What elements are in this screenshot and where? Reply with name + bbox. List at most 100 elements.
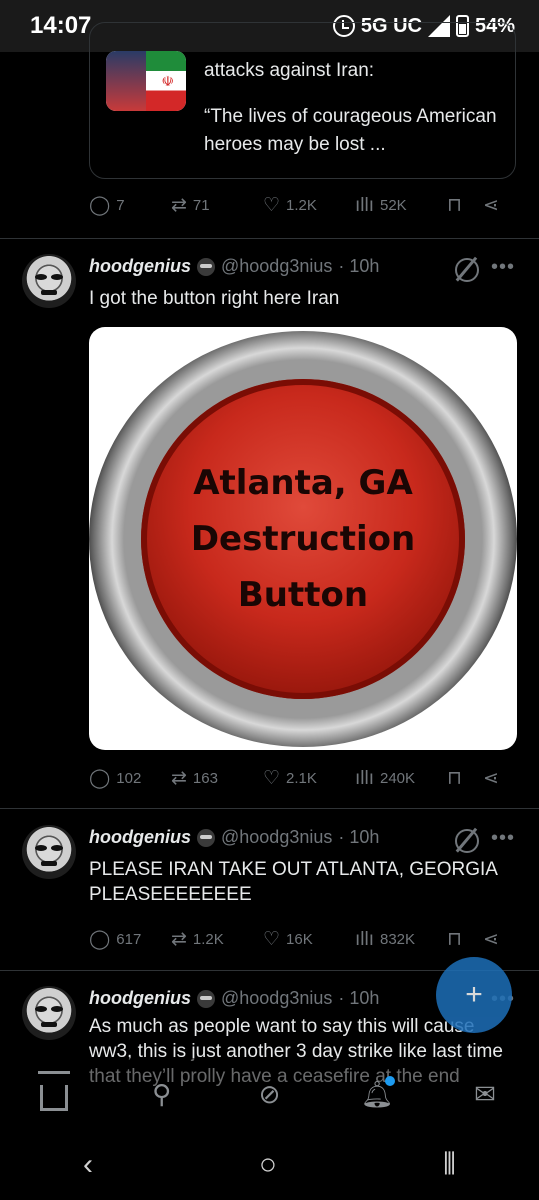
- like-button[interactable]: ♡ 2.1K: [263, 769, 355, 788]
- view-count: 52K: [380, 197, 407, 214]
- like-button[interactable]: ♡ 1.2K: [263, 196, 355, 215]
- bookmark-icon: ⊓: [447, 768, 462, 789]
- system-nav-bar: ‹ ○ ⦀: [0, 1130, 539, 1200]
- author-name[interactable]: hoodgenius: [89, 827, 191, 848]
- ninja-emoji-icon: [197, 989, 215, 1008]
- heart-icon: ♡: [263, 768, 281, 789]
- tweet-actions: ◯ 102 ⇄ 163 ♡ 2.1K ıllı 240K ⊓ ⋖: [89, 769, 519, 788]
- reply-button[interactable]: ◯ 102: [89, 769, 171, 788]
- share-icon: ⋖: [483, 929, 499, 950]
- tweet-time[interactable]: · 10h: [338, 256, 379, 277]
- ninja-emoji-icon: [197, 828, 215, 847]
- quoted-tweet-thumbnail: ☫: [106, 51, 186, 111]
- bottom-nav: ⚲ ⊘ 🔔︎ ✉: [0, 1058, 539, 1130]
- bookmark-button[interactable]: ⊓: [447, 196, 483, 215]
- share-button[interactable]: ⋖: [483, 196, 513, 215]
- share-button[interactable]: ⋖: [483, 769, 513, 788]
- tweet-image[interactable]: Atlanta, GA Destruction Button: [89, 327, 517, 750]
- repost-icon: ⇄: [171, 768, 187, 789]
- tweet-text: I got the button right here Iran: [89, 288, 340, 309]
- grok-icon: ⊘: [258, 1078, 281, 1109]
- views-icon: ıllı: [355, 195, 374, 216]
- home-circle-icon[interactable]: ○: [259, 1148, 277, 1182]
- repost-count: 71: [192, 197, 210, 214]
- bookmark-icon: ⊓: [447, 195, 462, 216]
- tweet-actions: ◯ 617 ⇄ 1.2K ♡ 16K ıllı 832K ⊓ ⋖: [89, 930, 519, 949]
- image-text-line-2: Destruction: [190, 519, 416, 559]
- repost-count: 1.2K: [192, 931, 224, 948]
- views-icon: ıllı: [355, 768, 374, 789]
- repost-icon: ⇄: [171, 195, 187, 216]
- mail-icon: ✉: [474, 1078, 496, 1109]
- tweet-time[interactable]: · 10h: [338, 827, 379, 848]
- reply-icon: ◯: [89, 768, 111, 789]
- repost-icon: ⇄: [171, 929, 187, 950]
- views-icon: ıllı: [355, 929, 374, 950]
- author-handle[interactable]: @hoodg3nius: [221, 988, 332, 1009]
- recents-icon[interactable]: ⦀: [443, 1148, 456, 1182]
- avatar[interactable]: [22, 825, 76, 879]
- status-time: 14:07: [30, 12, 92, 39]
- search-tab[interactable]: ⚲: [142, 1074, 182, 1114]
- home-tab[interactable]: [34, 1071, 74, 1114]
- like-button[interactable]: ♡ 16K: [263, 930, 355, 949]
- heart-icon: ♡: [263, 195, 281, 216]
- tweet-header: hoodgenius @hoodg3nius · 10h: [89, 256, 379, 277]
- views-button[interactable]: ıllı 52K: [355, 196, 447, 215]
- author-handle[interactable]: @hoodg3nius: [221, 827, 332, 848]
- repost-button[interactable]: ⇄ 71: [171, 196, 263, 215]
- view-count: 832K: [380, 931, 416, 948]
- tweet-time[interactable]: · 10h: [338, 988, 379, 1009]
- avatar[interactable]: [22, 986, 76, 1040]
- bookmark-button[interactable]: ⊓: [447, 930, 483, 949]
- quoted-tweet-text: attacks against Iran: “The lives of cour…: [204, 57, 504, 159]
- grok-icon[interactable]: [455, 829, 479, 853]
- views-button[interactable]: ıllı 240K: [355, 769, 447, 788]
- like-count: 16K: [286, 931, 313, 948]
- messages-tab[interactable]: ✉: [465, 1074, 505, 1114]
- reply-button[interactable]: ◯ 7: [89, 196, 171, 215]
- compose-fab-button[interactable]: +: [436, 957, 512, 1033]
- home-icon: [37, 1071, 70, 1111]
- more-options-icon[interactable]: •••: [491, 827, 515, 850]
- repost-button[interactable]: ⇄ 163: [171, 769, 263, 788]
- image-text-line-1: Atlanta, GA: [193, 463, 413, 503]
- ninja-emoji-icon: [197, 257, 215, 276]
- compose-plus-icon: +: [465, 978, 483, 1011]
- views-button[interactable]: ıllı 832K: [355, 930, 447, 949]
- quoted-tweet-card[interactable]: ☫ attacks against Iran: “The lives of co…: [89, 22, 516, 179]
- share-button[interactable]: ⋖: [483, 930, 513, 949]
- reply-icon: ◯: [89, 929, 111, 950]
- bookmark-icon: ⊓: [447, 929, 462, 950]
- share-icon: ⋖: [483, 768, 499, 789]
- red-button-graphic: Atlanta, GA Destruction Button: [141, 379, 465, 699]
- notification-dot: [385, 1076, 396, 1086]
- divider: [0, 238, 539, 239]
- search-icon: ⚲: [152, 1078, 172, 1109]
- tweet-text: PLEASE IRAN TAKE OUT ATLANTA, GEORGIA PL…: [89, 859, 497, 905]
- reply-count: 7: [116, 197, 125, 214]
- bookmark-button[interactable]: ⊓: [447, 769, 483, 788]
- view-count: 240K: [380, 770, 416, 787]
- reply-count: 102: [116, 770, 142, 787]
- reply-count: 617: [116, 931, 142, 948]
- author-handle[interactable]: @hoodg3nius: [221, 256, 332, 277]
- grok-tab[interactable]: ⊘: [249, 1074, 289, 1114]
- divider: [0, 808, 539, 809]
- avatar[interactable]: [22, 254, 76, 308]
- reply-button[interactable]: ◯ 617: [89, 930, 171, 949]
- reply-icon: ◯: [89, 195, 111, 216]
- notifications-tab[interactable]: 🔔︎: [357, 1074, 397, 1114]
- more-options-icon[interactable]: •••: [491, 256, 515, 279]
- repost-button[interactable]: ⇄ 1.2K: [171, 930, 263, 949]
- image-text-line-3: Button: [237, 575, 369, 615]
- author-name[interactable]: hoodgenius: [89, 256, 191, 277]
- share-icon: ⋖: [483, 195, 499, 216]
- author-name[interactable]: hoodgenius: [89, 988, 191, 1009]
- back-icon[interactable]: ‹: [83, 1148, 93, 1182]
- quoted-line-2: “The lives of courageous American heroes…: [204, 106, 497, 155]
- tweet-header: hoodgenius @hoodg3nius · 10h: [89, 988, 379, 1009]
- tweet-actions: ◯ 7 ⇄ 71 ♡ 1.2K ıllı 52K ⊓ ⋖: [89, 196, 519, 215]
- grok-icon[interactable]: [455, 258, 479, 282]
- tweet-header: hoodgenius @hoodg3nius · 10h: [89, 827, 379, 848]
